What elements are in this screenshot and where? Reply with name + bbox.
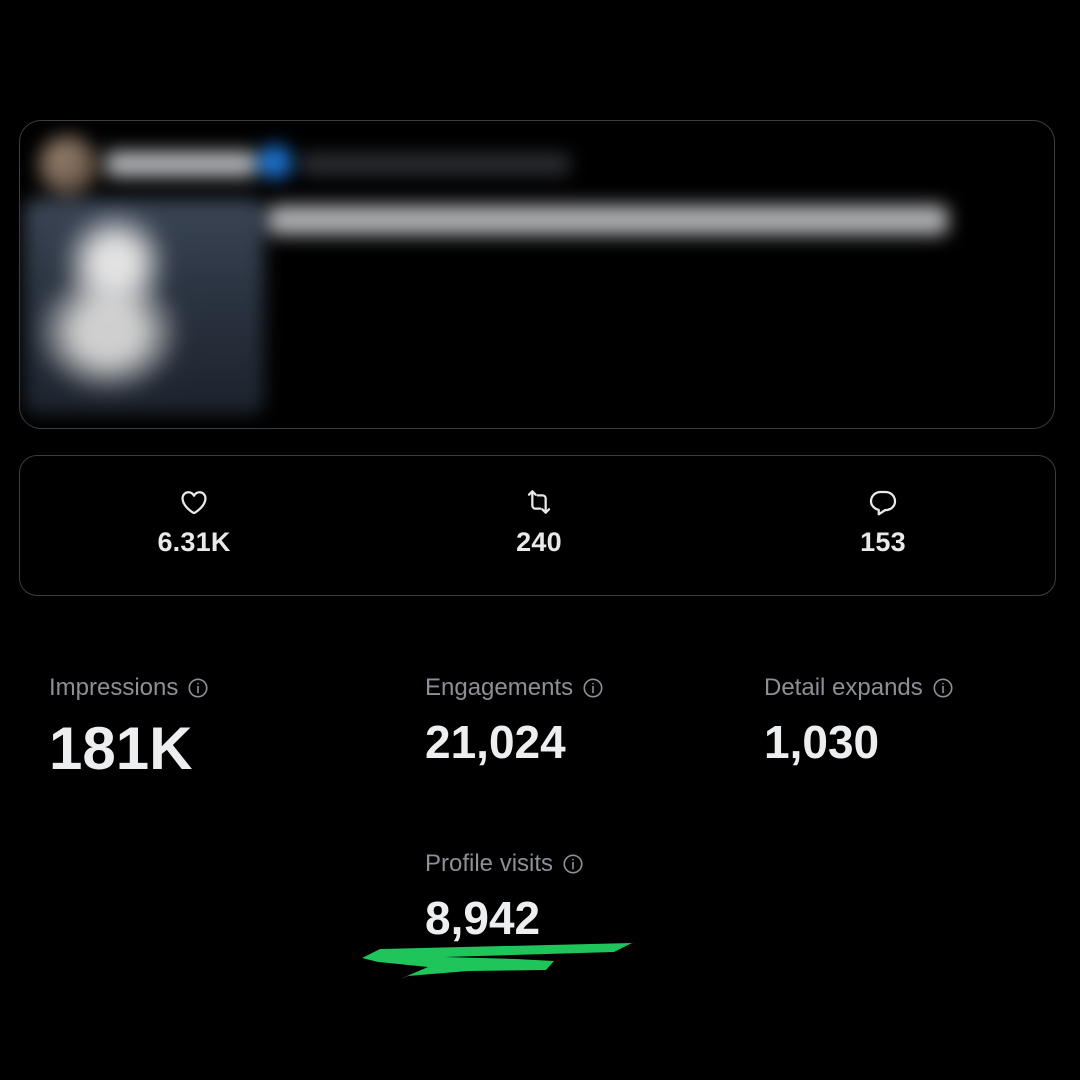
- impressions-label: Impressions: [49, 674, 179, 701]
- profile-visits-stat: Profile visits 8,942: [425, 849, 584, 941]
- info-icon[interactable]: [562, 853, 584, 875]
- engagements-value: 21,024: [425, 716, 566, 768]
- engagements-stat: Engagements 21,024: [425, 673, 604, 765]
- post-preview-card[interactable]: [19, 120, 1055, 429]
- impressions-stat: Impressions 181K: [49, 673, 209, 779]
- reply-icon: [869, 490, 897, 516]
- replies-metric: 153: [803, 486, 963, 558]
- engagements-label: Engagements: [425, 674, 574, 701]
- impressions-value: 181K: [49, 715, 193, 782]
- detail-expands-stat: Detail expands 1,030: [764, 673, 954, 765]
- heart-icon: [181, 491, 207, 515]
- profile-visits-label: Profile visits: [425, 850, 554, 877]
- reposts-metric: 240: [459, 486, 619, 558]
- info-icon[interactable]: [932, 677, 954, 699]
- verified-badge-icon: [258, 145, 292, 179]
- post-media-thumbnail: [24, 199, 264, 414]
- reposts-count: 240: [516, 527, 562, 557]
- likes-count: 6.31K: [157, 527, 231, 557]
- author-name-redacted: [106, 151, 256, 177]
- info-icon[interactable]: [582, 677, 604, 699]
- repost-icon: [527, 490, 551, 514]
- engagement-summary: 6.31K 240 153: [19, 455, 1056, 596]
- profile-visits-value: 8,942: [425, 892, 541, 944]
- author-avatar: [38, 135, 98, 195]
- post-text-redacted: [268, 205, 948, 235]
- info-icon[interactable]: [187, 677, 209, 699]
- detail-expands-label: Detail expands: [764, 674, 923, 701]
- author-handle-redacted: [300, 153, 570, 175]
- green-underline-annotation: [362, 943, 632, 979]
- blurred-post-content: [20, 121, 1054, 428]
- detail-expands-value: 1,030: [764, 716, 880, 768]
- replies-count: 153: [860, 527, 906, 557]
- likes-metric: 6.31K: [114, 486, 274, 558]
